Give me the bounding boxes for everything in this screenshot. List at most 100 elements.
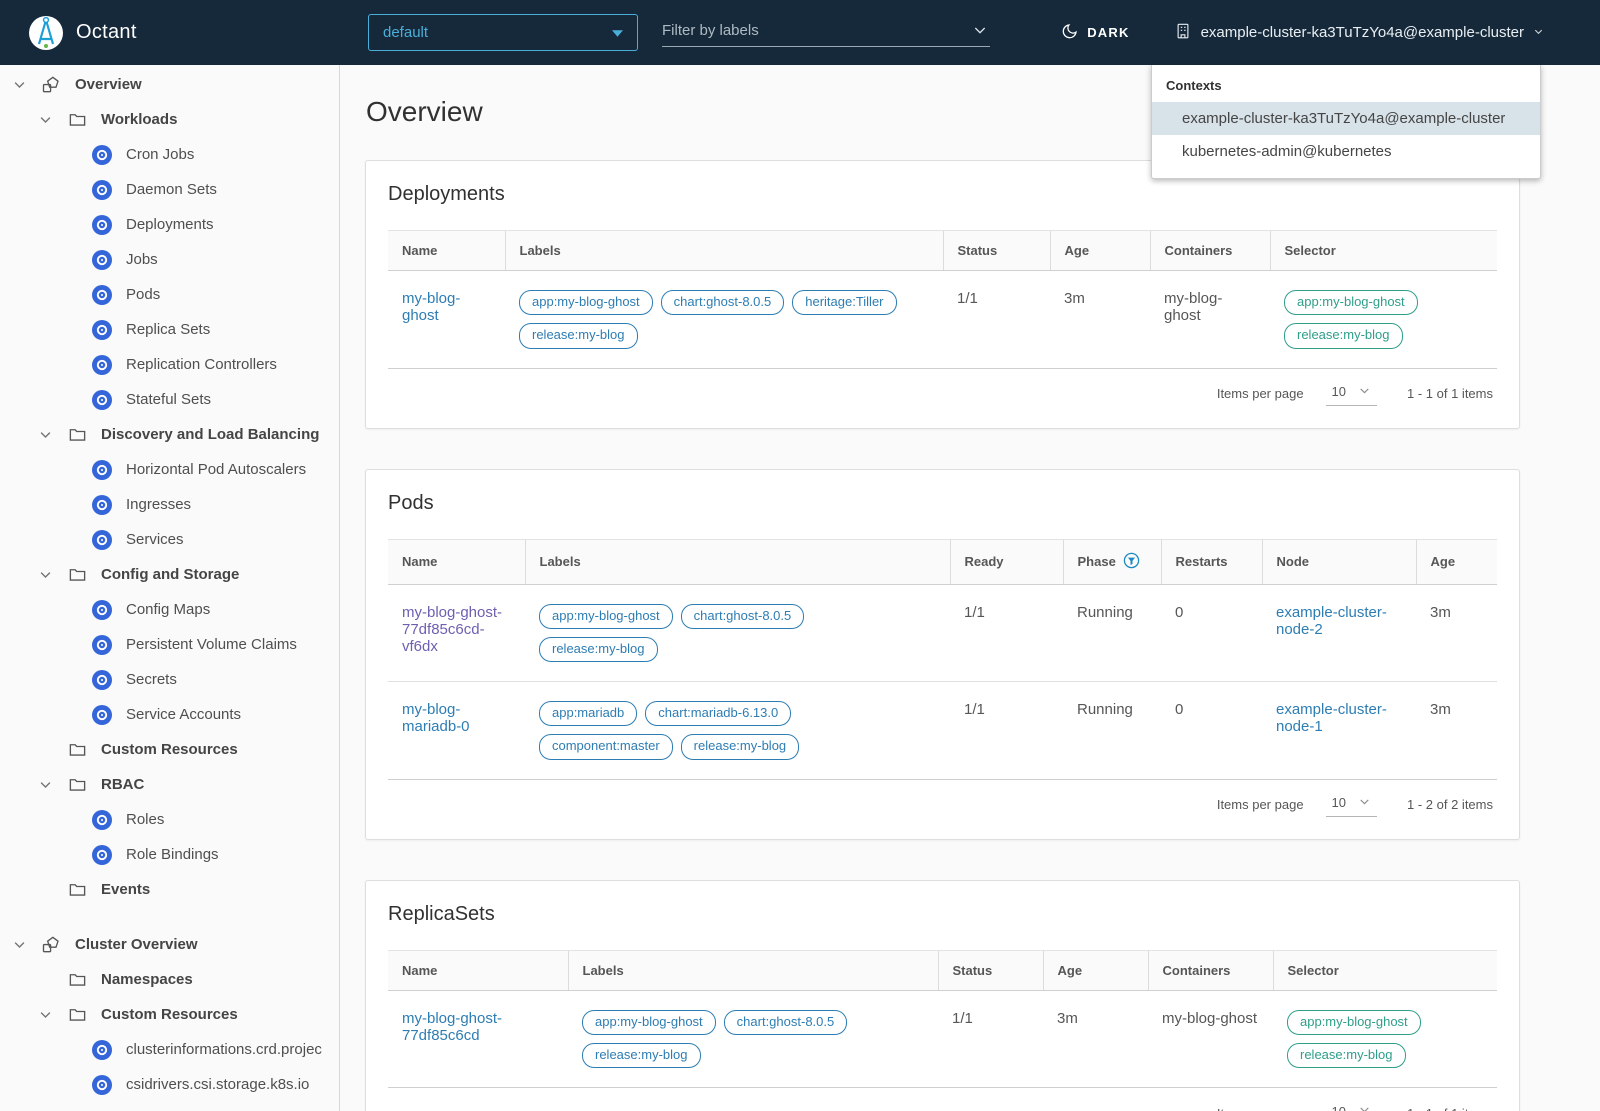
- resource-link[interactable]: my-blog-ghost: [402, 290, 460, 324]
- sidebar-item-config-and-storage[interactable]: Config and Storage: [0, 557, 339, 592]
- namespace-select[interactable]: default: [368, 14, 638, 51]
- sidebar-item-role-bindings[interactable]: Role Bindings: [0, 837, 339, 872]
- label-badge[interactable]: release:my-blog: [519, 323, 638, 349]
- sidebar-item-persistent-volume-claims[interactable]: Persistent Volume Claims: [0, 627, 339, 662]
- context-switcher[interactable]: example-cluster-ka3TuTzYo4a@example-clus…: [1174, 22, 1544, 44]
- label-badge[interactable]: app:my-blog-ghost: [582, 1009, 716, 1035]
- sidebar-item-events[interactable]: Events: [0, 872, 339, 907]
- app-title: Octant: [76, 21, 137, 43]
- table-cell: 3m: [1416, 584, 1497, 682]
- label-badge[interactable]: chart:mariadb-6.13.0: [645, 701, 792, 727]
- label-badge[interactable]: app:my-blog-ghost: [539, 603, 673, 629]
- selector-badge[interactable]: app:my-blog-ghost: [1287, 1009, 1421, 1035]
- chevron-down-icon[interactable]: [38, 567, 54, 583]
- label-badge[interactable]: release:my-blog: [539, 636, 658, 662]
- resource-link[interactable]: my-blog-ghost-77df85c6cd-vf6dx: [402, 604, 502, 655]
- header-right: DARK example-cluster-ka3TuTzYo4a@example…: [1061, 0, 1544, 65]
- table-cell: my-blog-mariadb-0: [388, 681, 525, 779]
- chevron-down-icon[interactable]: [38, 112, 54, 128]
- selector-badge[interactable]: release:my-blog: [1287, 1042, 1406, 1068]
- label-badge[interactable]: component:master: [539, 734, 673, 760]
- resource-link[interactable]: example-cluster-node-2: [1276, 604, 1387, 638]
- sidebar-item-jobs[interactable]: Jobs: [0, 242, 339, 277]
- chevron-down-icon[interactable]: [972, 22, 988, 43]
- cell-text: 3m: [1430, 603, 1451, 621]
- sidebar-item-cluster-overview[interactable]: Cluster Overview: [0, 927, 339, 962]
- resource-link[interactable]: my-blog-ghost-77df85c6cd: [402, 1010, 502, 1044]
- column-header-restarts: Restarts: [1160, 538, 1262, 585]
- table-header: Name Labels Ready Phase Restarts Node Age: [388, 538, 1497, 585]
- folder-icon: [67, 775, 87, 795]
- label-badge[interactable]: chart:ghost-8.0.5: [680, 603, 805, 629]
- cell-text: 0: [1175, 701, 1184, 718]
- sidebar-item-clusterinformations-crd-projec[interactable]: clusterinformations.crd.projec: [0, 1032, 339, 1067]
- sidebar-item-replica-sets[interactable]: Replica Sets: [0, 312, 339, 347]
- chevron-down-icon[interactable]: [38, 427, 54, 443]
- filter-icon[interactable]: [1123, 552, 1140, 572]
- sidebar-item-deployments[interactable]: Deployments: [0, 207, 339, 242]
- column-header-selector: Selector: [1269, 230, 1497, 271]
- filter-by-labels: [662, 16, 990, 47]
- chevron-down-icon[interactable]: [12, 937, 28, 953]
- items-per-page-select[interactable]: 10: [1325, 793, 1378, 817]
- selector-badge[interactable]: app:my-blog-ghost: [1284, 290, 1418, 316]
- caret-down-icon: [1358, 384, 1371, 400]
- sidebar-item-services[interactable]: Services: [0, 522, 339, 557]
- label-badge[interactable]: release:my-blog: [680, 734, 800, 760]
- cell-text: 1/1: [957, 290, 978, 307]
- table-cell: example-cluster-node-1: [1262, 681, 1416, 779]
- folder-icon: [67, 740, 87, 760]
- items-per-page-select[interactable]: 10: [1325, 382, 1378, 406]
- context-menu-item[interactable]: kubernetes-admin@kubernetes: [1152, 135, 1540, 168]
- column-header-label: Labels: [582, 962, 624, 978]
- table-row: my-blog-mariadb-0 app:mariadb chart:mariad…: [388, 681, 1497, 779]
- label-badge[interactable]: chart:ghost-8.0.5: [723, 1009, 848, 1035]
- label-badge[interactable]: chart:ghost-8.0.5: [660, 290, 785, 316]
- sidebar-item-service-accounts[interactable]: Service Accounts: [0, 697, 339, 732]
- label-badge[interactable]: heritage:Tiller: [792, 290, 897, 316]
- pagination-range: 1 - 1 of 1 items: [1407, 1106, 1493, 1111]
- chevron-down-icon[interactable]: [38, 777, 54, 793]
- selector-badge[interactable]: release:my-blog: [1284, 323, 1403, 349]
- sidebar-item-ingresses[interactable]: Ingresses: [0, 487, 339, 522]
- sidebar-item-label: Custom Resources: [101, 1006, 238, 1023]
- resource-link[interactable]: my-blog-mariadb-0: [402, 701, 470, 735]
- sidebar-item-overview[interactable]: Overview: [0, 67, 339, 102]
- sidebar-item-discovery-and-load-balancing[interactable]: Discovery and Load Balancing: [0, 417, 339, 452]
- sidebar-item-horizontal-pod-autoscalers[interactable]: Horizontal Pod Autoscalers: [0, 452, 339, 487]
- column-header-inner: Containers: [1163, 963, 1259, 978]
- chevron-down-icon[interactable]: [38, 1007, 54, 1023]
- sidebar-item-cron-jobs[interactable]: Cron Jobs: [0, 137, 339, 172]
- sidebar-item-rbac[interactable]: RBAC: [0, 767, 339, 802]
- datagrid-footer: Items per page 10 1 - 2 of 2 items: [388, 778, 1497, 827]
- table-cell: Running: [1063, 584, 1161, 682]
- table-cell: 1/1: [938, 990, 1043, 1087]
- sidebar-item-label: Config Maps: [126, 601, 211, 618]
- sidebar-item-daemon-sets[interactable]: Daemon Sets: [0, 172, 339, 207]
- sidebar-item-custom-resources[interactable]: Custom Resources: [0, 997, 339, 1032]
- filter-labels-input[interactable]: [662, 16, 990, 47]
- sidebar-item-custom-resources[interactable]: Custom Resources: [0, 732, 339, 767]
- sidebar-item-label: RBAC: [101, 776, 145, 793]
- sidebar-item-roles[interactable]: Roles: [0, 802, 339, 837]
- sidebar-item-secrets[interactable]: Secrets: [0, 662, 339, 697]
- sidebar-item-namespaces[interactable]: Namespaces: [0, 962, 339, 997]
- label-badge[interactable]: release:my-blog: [582, 1042, 701, 1068]
- label-badge[interactable]: app:mariadb: [539, 701, 638, 727]
- datagrid-footer: Items per page 10 1 - 1 of 1 items: [388, 367, 1497, 416]
- sidebar-item-config-maps[interactable]: Config Maps: [0, 592, 339, 627]
- resource-link[interactable]: example-cluster-node-1: [1276, 701, 1387, 735]
- theme-toggle[interactable]: DARK: [1061, 22, 1129, 43]
- table-cell: app:my-blog-ghost chart:ghost-8.0.5 releas…: [568, 990, 938, 1087]
- table-cell: app:my-blog-ghost release:my-blog: [1273, 990, 1497, 1087]
- sidebar-item-replication-controllers[interactable]: Replication Controllers: [0, 347, 339, 382]
- items-per-page-select[interactable]: 10: [1326, 1101, 1377, 1111]
- sidebar-item-csidrivers-csi-storage-k8s-io[interactable]: csidrivers.csi.storage.k8s.io: [0, 1067, 339, 1102]
- sidebar-item-workloads[interactable]: Workloads: [0, 102, 339, 137]
- context-menu-item[interactable]: example-cluster-ka3TuTzYo4a@example-clus…: [1152, 102, 1540, 135]
- sidebar-item-pods[interactable]: Pods: [0, 277, 339, 312]
- label-badge[interactable]: app:my-blog-ghost: [519, 290, 653, 316]
- sidebar-item-stateful-sets[interactable]: Stateful Sets: [0, 382, 339, 417]
- column-header-inner: Containers: [1165, 243, 1256, 258]
- chevron-down-icon[interactable]: [12, 77, 28, 93]
